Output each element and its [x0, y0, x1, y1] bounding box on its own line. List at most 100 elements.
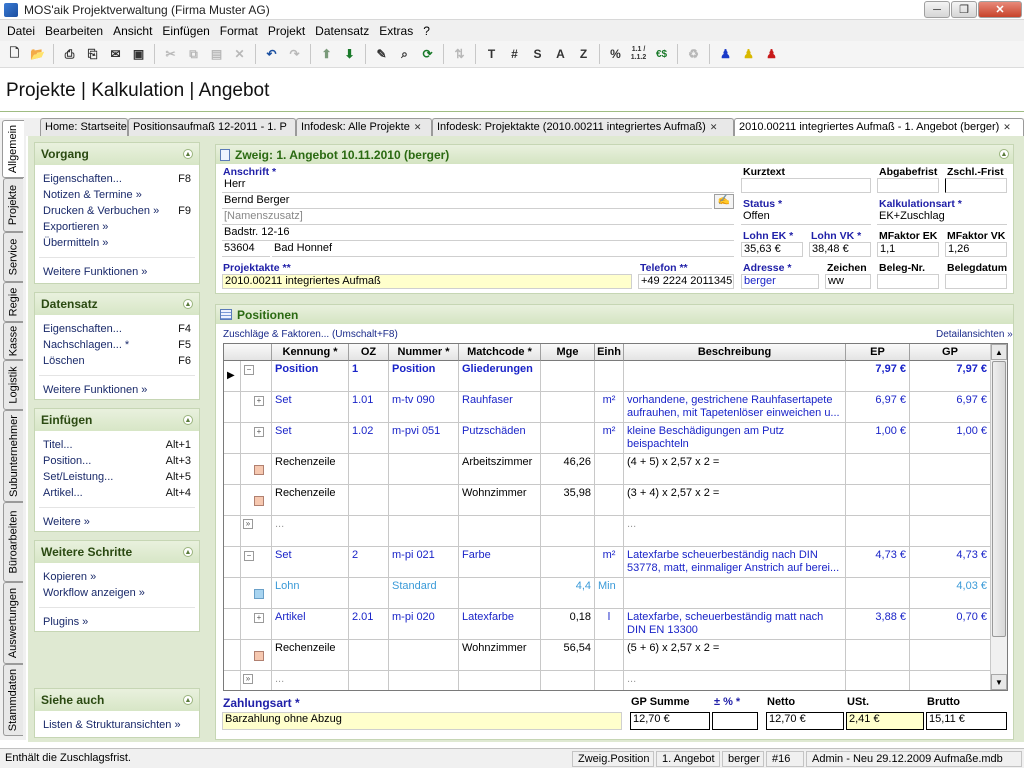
print-preview-icon[interactable]: ⎘: [82, 44, 103, 65]
collapse-icon[interactable]: ▲: [183, 299, 193, 309]
tab-infodesk-alle-projekte[interactable]: Infodesk: Alle Projekte ✕: [296, 118, 432, 136]
link-exportieren[interactable]: Exportieren »: [35, 219, 199, 235]
close-button[interactable]: ✕: [978, 1, 1022, 18]
format-hash-button[interactable]: #: [504, 44, 525, 65]
format-z-button[interactable]: Z: [573, 44, 594, 65]
cell-gp[interactable]: [910, 454, 991, 485]
menu-datensatz[interactable]: Datensatz: [310, 24, 374, 38]
row-indicator[interactable]: [224, 671, 241, 690]
open-folder-icon[interactable]: 📂: [27, 44, 48, 65]
collapse-node-icon[interactable]: −: [244, 551, 254, 561]
column-header-beschreibung[interactable]: Beschreibung: [624, 344, 846, 361]
row-indicator[interactable]: [224, 392, 241, 423]
cell-beschreibung[interactable]: kleine Beschädigungen am Putz beispachte…: [624, 423, 846, 454]
format-t-button[interactable]: T: [481, 44, 502, 65]
beleg-nr-field[interactable]: [877, 274, 939, 289]
telefon-field[interactable]: +49 2224 2011345: [638, 274, 734, 289]
minimize-button[interactable]: ─: [924, 1, 950, 18]
tab-positionsaufmass[interactable]: Positionsaufmaß 12-2011 - 1. P: [128, 118, 296, 136]
save-icon[interactable]: ▣: [128, 44, 149, 65]
cell-mge[interactable]: 4,4: [541, 578, 595, 609]
cell-beschreibung[interactable]: Latexfarbe, scheuerbeständig matt nach D…: [624, 609, 846, 640]
cell-einh[interactable]: m²: [595, 392, 624, 423]
sort-icon[interactable]: ⇅: [449, 44, 470, 65]
scroll-down-button[interactable]: ▼: [991, 674, 1007, 690]
cell-mge[interactable]: [541, 671, 595, 690]
cell-beschreibung[interactable]: Latexfarbe scheuerbeständig nach DIN 537…: [624, 547, 846, 578]
link-weitere-funktionen[interactable]: Weitere Funktionen »: [35, 382, 199, 398]
cell-kennung[interactable]: Rechenzeile: [272, 640, 349, 671]
cell-gp[interactable]: 0,70 €: [910, 609, 991, 640]
cell-nummer[interactable]: Position: [389, 361, 459, 392]
column-header-einh[interactable]: Einh: [595, 344, 624, 361]
new-document-icon[interactable]: 🗋: [4, 44, 25, 65]
cell-nummer[interactable]: Standard: [389, 578, 459, 609]
pct-field[interactable]: [712, 712, 758, 730]
close-tab-icon[interactable]: ✕: [414, 122, 422, 132]
row-indicator[interactable]: [224, 609, 241, 640]
cell-gp[interactable]: 4,73 €: [910, 547, 991, 578]
search-icon[interactable]: ⌕: [394, 44, 415, 65]
link-loeschen[interactable]: Löschen F6: [35, 353, 199, 369]
row-indicator[interactable]: [224, 578, 241, 609]
cell-einh[interactable]: [595, 485, 624, 516]
cell-nummer[interactable]: m-pi 021: [389, 547, 459, 578]
cell-einh[interactable]: [595, 516, 624, 547]
close-tab-icon[interactable]: ✕: [710, 122, 718, 132]
cell-nummer[interactable]: [389, 516, 459, 547]
currency-button[interactable]: €$: [651, 44, 672, 65]
kalkulationsart-field[interactable]: EK+Zuschlag: [877, 210, 1007, 225]
cell-nummer[interactable]: m-pvi 051: [389, 423, 459, 454]
mfaktor-ek-field[interactable]: 1,1: [877, 242, 939, 257]
cell-matchcode[interactable]: Rauhfaser: [459, 392, 541, 423]
link-drucken-verbuchen[interactable]: Drucken & Verbuchen » F9: [35, 203, 199, 219]
row-indicator[interactable]: [224, 640, 241, 671]
vtab-kasse[interactable]: Kasse: [3, 322, 23, 360]
name-field[interactable]: Bernd Berger: [222, 194, 712, 209]
vtab-subunternehmer[interactable]: Subunternehmer: [3, 410, 23, 502]
abgabefrist-field[interactable]: [877, 178, 939, 193]
menu-help[interactable]: ?: [418, 24, 435, 38]
email-icon[interactable]: ✉: [105, 44, 126, 65]
move-down-icon[interactable]: ⬇: [339, 44, 360, 65]
cell-oz[interactable]: 2.01: [349, 609, 389, 640]
refresh-icon[interactable]: ⟳: [417, 44, 438, 65]
vtab-projekte[interactable]: Projekte: [3, 178, 23, 232]
strasse-field[interactable]: Badstr. 12-16: [222, 226, 734, 241]
cell-gp[interactable]: [910, 640, 991, 671]
cell-ep[interactable]: [846, 671, 910, 690]
cell-beschreibung[interactable]: [624, 578, 846, 609]
status-field[interactable]: Offen: [741, 210, 871, 225]
cell-mge[interactable]: 56,54: [541, 640, 595, 671]
cell-beschreibung[interactable]: vorhandene, gestrichene Rauhfasertapete …: [624, 392, 846, 423]
expand-more-icon[interactable]: »: [243, 674, 253, 684]
cell-beschreibung[interactable]: (4 + 5) x 2,57 x 2 =: [624, 454, 846, 485]
kurztext-field[interactable]: [741, 178, 871, 193]
cell-nummer[interactable]: m-tv 090: [389, 392, 459, 423]
cell-kennung[interactable]: Rechenzeile: [272, 485, 349, 516]
cell-einh[interactable]: m²: [595, 423, 624, 454]
link-notizen-termine[interactable]: Notizen & Termine »: [35, 187, 199, 203]
anrede-field[interactable]: Herr: [222, 178, 734, 193]
close-tab-icon[interactable]: ✕: [1003, 122, 1011, 132]
cell-beschreibung[interactable]: (5 + 6) x 2,57 x 2 =: [624, 640, 846, 671]
column-header-kennung[interactable]: Kennung *: [272, 344, 349, 361]
expand-node-icon[interactable]: +: [254, 396, 264, 406]
cell-gp[interactable]: 7,97 €: [910, 361, 991, 392]
row-indicator[interactable]: [224, 485, 241, 516]
user-yellow-icon[interactable]: ♟: [738, 44, 759, 65]
cell-matchcode[interactable]: Farbe: [459, 547, 541, 578]
link-eigenschaften[interactable]: Eigenschaften... F8: [35, 171, 199, 187]
link-listen-strukturansichten[interactable]: Listen & Strukturansichten »: [35, 717, 199, 733]
expand-node-icon[interactable]: +: [254, 427, 264, 437]
cell-einh[interactable]: Min: [595, 578, 624, 609]
percent-button[interactable]: %: [605, 44, 626, 65]
cell-kennung[interactable]: Set: [272, 547, 349, 578]
cell-kennung[interactable]: Rechenzeile: [272, 454, 349, 485]
cell-matchcode[interactable]: [459, 578, 541, 609]
edit-pencil-icon[interactable]: ✎: [371, 44, 392, 65]
cell-matchcode[interactable]: Gliederungen: [459, 361, 541, 392]
menu-datei[interactable]: Datei: [2, 24, 40, 38]
row-indicator[interactable]: [224, 547, 241, 578]
cell-einh[interactable]: [595, 640, 624, 671]
